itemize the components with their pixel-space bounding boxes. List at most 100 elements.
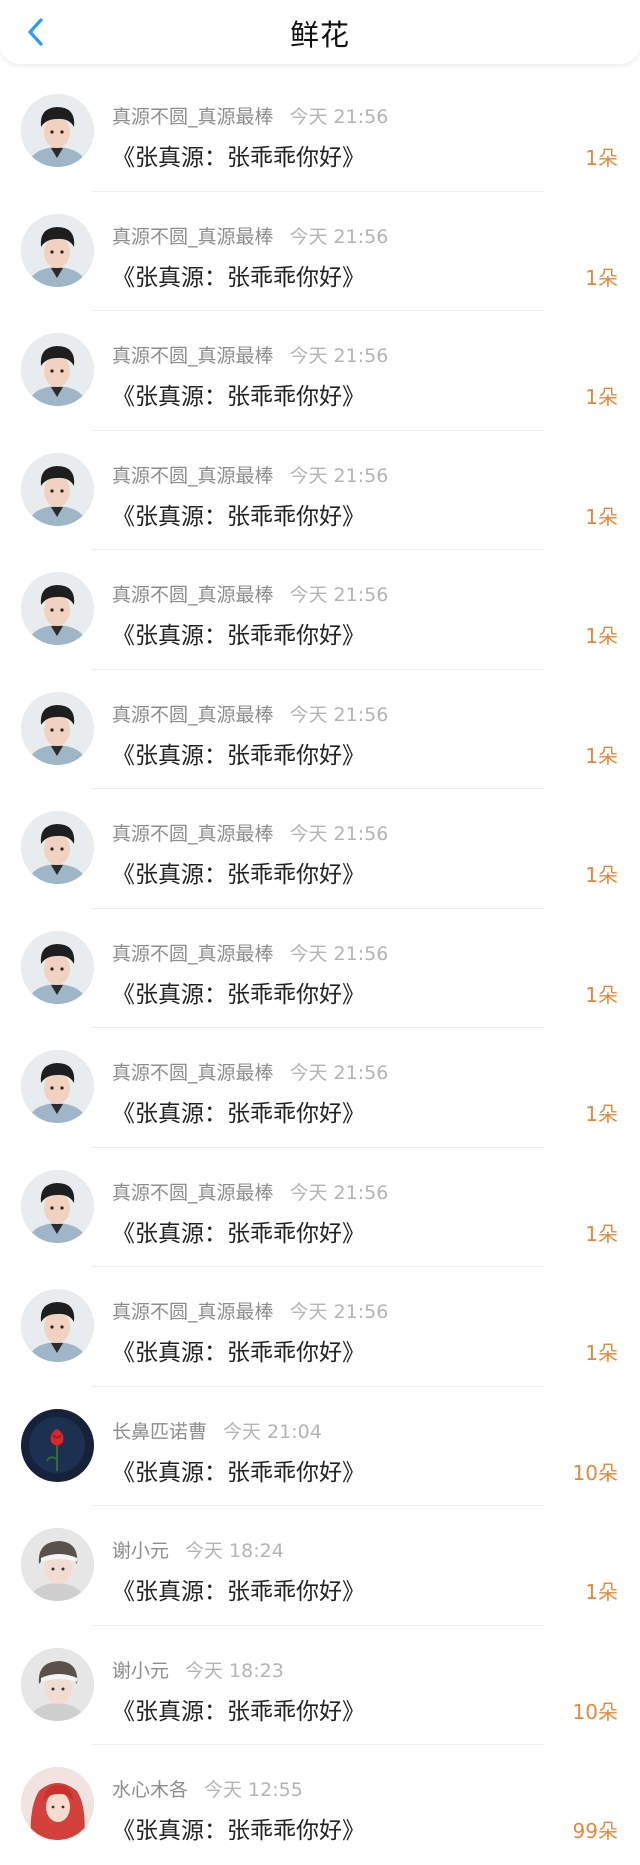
flower-count: 1朵 (585, 1580, 618, 1604)
username[interactable]: 真源不圆_真源最棒 (112, 1182, 274, 1204)
username[interactable]: 真源不圆_真源最棒 (112, 345, 274, 367)
avatar[interactable] (21, 452, 94, 526)
item-message: 《张真源：张乖乖你好》 (112, 1340, 365, 1366)
list-item[interactable]: 真源不圆_真源最棒 今天 21:56 《张真源：张乖乖你好》 1朵 (0, 789, 640, 909)
flower-count: 1朵 (585, 982, 618, 1007)
username[interactable]: 真源不圆_真源最棒 (112, 943, 274, 965)
username[interactable]: 真源不圆_真源最棒 (112, 1301, 274, 1323)
item-message: 《张真源：张乖乖你好》 (112, 623, 365, 649)
item-message: 《张真源：张乖乖你好》 (112, 1459, 365, 1486)
flower-count: 10朵 (572, 1699, 618, 1724)
item-meta: 真源不圆_真源最棒 今天 21:56 (112, 580, 388, 607)
item-message: 《张真源：张乖乖你好》 (112, 1698, 365, 1725)
username[interactable]: 真源不圆_真源最棒 (112, 584, 274, 606)
timestamp: 今天 12:55 (204, 1779, 303, 1801)
list-item[interactable]: 真源不圆_真源最棒 今天 21:56 《张真源：张乖乖你好》 1朵 (0, 192, 640, 312)
list-item[interactable]: 谢小元 今天 18:24 《张真源：张乖乖你好》 1朵 (0, 1506, 640, 1626)
item-message: 《张真源：张乖乖你好》 (112, 1101, 365, 1127)
item-meta: 谢小元 今天 18:23 (112, 1656, 284, 1683)
item-meta: 真源不圆_真源最棒 今天 21:56 (112, 1178, 388, 1205)
list-item[interactable]: 真源不圆_真源最棒 今天 21:56 《张真源：张乖乖你好》 1朵 (0, 670, 640, 790)
page-title: 鲜花 (289, 18, 350, 52)
item-message: 《张真源：张乖乖你好》 (112, 981, 365, 1008)
item-message: 《张真源：张乖乖你好》 (112, 264, 365, 291)
timestamp: 今天 21:56 (289, 1301, 389, 1323)
username[interactable]: 真源不圆_真源最棒 (112, 704, 274, 726)
item-message: 《张真源：张乖乖你好》 (112, 503, 365, 530)
item-meta: 真源不圆_真源最棒 今天 21:56 (112, 461, 388, 488)
username[interactable]: 真源不圆_真源最棒 (112, 465, 274, 487)
flower-count: 10朵 (572, 1460, 618, 1485)
item-message: 《张真源：张乖乖你好》 (112, 384, 365, 410)
list-item[interactable]: 谢小元 今天 18:23 《张真源：张乖乖你好》 10朵 (0, 1626, 640, 1746)
timestamp: 今天 21:56 (289, 1181, 389, 1204)
item-message: 《张真源：张乖乖你好》 (112, 145, 365, 171)
timestamp: 今天 18:23 (185, 1659, 284, 1682)
list-item[interactable]: 水心木各 今天 12:55 《张真源：张乖乖你好》 99朵 (0, 1745, 640, 1865)
timestamp: 今天 21:56 (289, 464, 389, 487)
username[interactable]: 水心木各 (112, 1779, 188, 1801)
username[interactable]: 真源不圆_真源最棒 (112, 823, 274, 845)
avatar[interactable] (21, 1289, 94, 1362)
username[interactable]: 真源不圆_真源最棒 (112, 106, 274, 128)
flower-list: 真源不圆_真源最棒 今天 21:56 《张真源：张乖乖你好》 1朵 真源不圆_真源最棒… (0, 64, 640, 1865)
avatar[interactable] (21, 691, 94, 765)
timestamp: 今天 21:56 (289, 1062, 389, 1084)
list-item[interactable]: 长鼻匹诺曹 今天 21:04 《张真源：张乖乖你好》 10朵 (0, 1387, 640, 1507)
flower-count: 1朵 (585, 1102, 618, 1126)
flower-count: 1朵 (585, 624, 618, 648)
username[interactable]: 长鼻匹诺曹 (112, 1421, 207, 1443)
timestamp: 今天 18:24 (185, 1540, 284, 1562)
item-meta: 水心木各 今天 12:55 (112, 1775, 303, 1802)
list-item[interactable]: 真源不圆_真源最棒 今天 21:56 《张真源：张乖乖你好》 1朵 (0, 72, 640, 192)
item-meta: 真源不圆_真源最棒 今天 21:56 (112, 222, 388, 249)
item-message: 《张真源：张乖乖你好》 (112, 1579, 365, 1605)
username[interactable]: 谢小元 (112, 1540, 169, 1562)
item-message: 《张真源：张乖乖你好》 (112, 1818, 365, 1844)
timestamp: 今天 21:56 (289, 584, 389, 606)
avatar[interactable] (21, 1169, 94, 1243)
username[interactable]: 真源不圆_真源最棒 (112, 226, 274, 248)
avatar[interactable] (21, 1050, 94, 1123)
item-meta: 真源不圆_真源最棒 今天 21:56 (112, 102, 388, 129)
item-meta: 真源不圆_真源最棒 今天 21:56 (112, 1297, 388, 1324)
avatar[interactable] (21, 1408, 94, 1482)
avatar[interactable] (21, 811, 94, 884)
avatar[interactable] (21, 930, 94, 1004)
timestamp: 今天 21:56 (289, 345, 389, 367)
list-item[interactable]: 真源不圆_真源最棒 今天 21:56 《张真源：张乖乖你好》 1朵 (0, 550, 640, 670)
flower-count: 1朵 (585, 743, 618, 768)
timestamp: 今天 21:56 (289, 106, 389, 128)
avatar[interactable] (21, 1767, 94, 1840)
item-message: 《张真源：张乖乖你好》 (112, 1220, 365, 1247)
username[interactable]: 真源不圆_真源最棒 (112, 1062, 274, 1084)
username[interactable]: 谢小元 (112, 1660, 169, 1682)
list-item[interactable]: 真源不圆_真源最棒 今天 21:56 《张真源：张乖乖你好》 1朵 (0, 311, 640, 431)
list-item[interactable]: 真源不圆_真源最棒 今天 21:56 《张真源：张乖乖你好》 1朵 (0, 431, 640, 551)
item-meta: 谢小元 今天 18:24 (112, 1536, 284, 1563)
flower-count: 1朵 (585, 385, 618, 409)
avatar[interactable] (21, 1528, 94, 1601)
flower-count: 1朵 (585, 265, 618, 290)
item-meta: 真源不圆_真源最棒 今天 21:56 (112, 700, 388, 727)
item-meta: 长鼻匹诺曹 今天 21:04 (112, 1417, 322, 1444)
timestamp: 今天 21:56 (289, 703, 389, 726)
timestamp: 今天 21:04 (223, 1420, 322, 1443)
list-item[interactable]: 真源不圆_真源最棒 今天 21:56 《张真源：张乖乖你好》 1朵 (0, 1028, 640, 1148)
item-meta: 真源不圆_真源最棒 今天 21:56 (112, 939, 388, 966)
avatar[interactable] (21, 94, 94, 167)
item-meta: 真源不圆_真源最棒 今天 21:56 (112, 1058, 388, 1085)
avatar[interactable] (21, 213, 94, 287)
flower-count: 1朵 (585, 863, 618, 887)
flower-count: 99朵 (572, 1819, 618, 1843)
list-item[interactable]: 真源不圆_真源最棒 今天 21:56 《张真源：张乖乖你好》 1朵 (0, 1148, 640, 1268)
avatar[interactable] (21, 333, 94, 406)
flower-count: 1朵 (585, 1221, 618, 1246)
item-message: 《张真源：张乖乖你好》 (112, 862, 365, 888)
list-item[interactable]: 真源不圆_真源最棒 今天 21:56 《张真源：张乖乖你好》 1朵 (0, 909, 640, 1029)
list-item[interactable]: 真源不圆_真源最棒 今天 21:56 《张真源：张乖乖你好》 1朵 (0, 1267, 640, 1387)
timestamp: 今天 21:56 (289, 942, 389, 965)
avatar[interactable] (21, 1647, 94, 1721)
avatar[interactable] (21, 572, 94, 645)
item-meta: 真源不圆_真源最棒 今天 21:56 (112, 819, 388, 846)
